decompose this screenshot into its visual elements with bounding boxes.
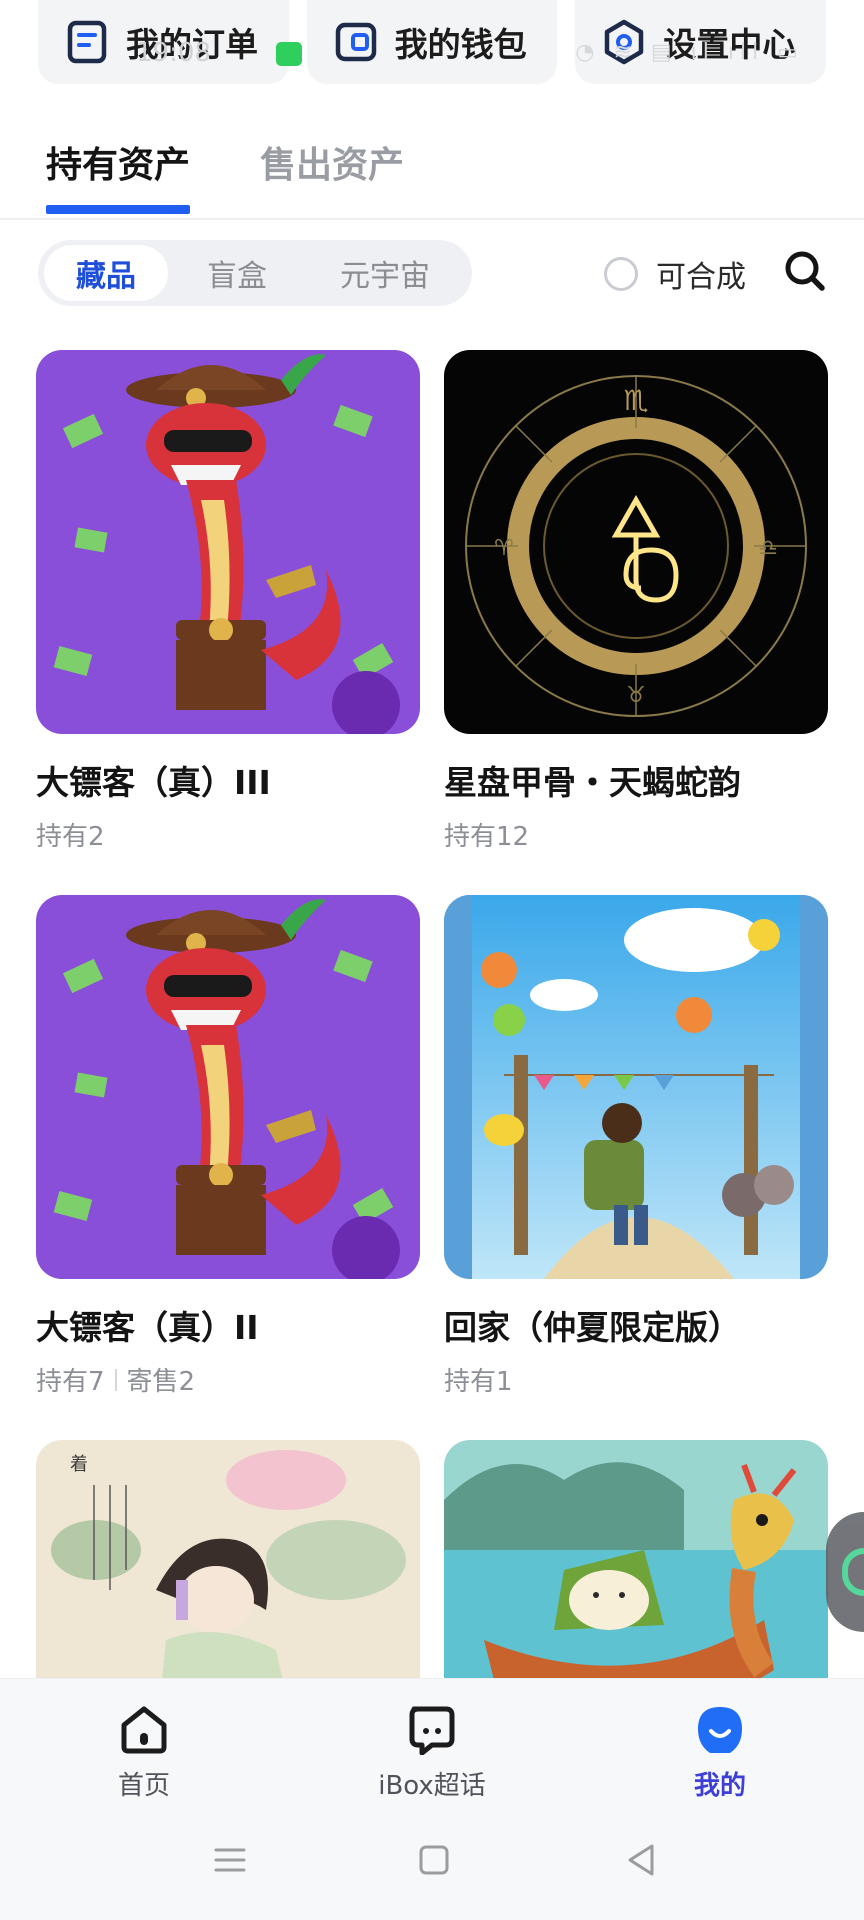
back-icon[interactable]	[622, 1840, 662, 1880]
segment-blind-box[interactable]: 盲盒	[168, 245, 306, 301]
tab-sold-assets[interactable]: 售出资产	[260, 136, 404, 210]
collectible-card[interactable]: ♏ ♈ ♎ ♉ 星盘甲骨・天蝎蛇韵 持有12	[444, 350, 828, 853]
synthesizable-label: 可合成	[656, 260, 746, 295]
home-square-icon[interactable]	[414, 1840, 454, 1880]
order-list-icon	[64, 19, 110, 65]
tab-divider	[0, 218, 864, 220]
zodiac-wheel-art: ♏ ♈ ♎ ♉	[444, 350, 828, 734]
settings-icon	[601, 19, 647, 65]
nav-ibox-forum-label: iBox超话	[378, 1771, 486, 1801]
meta-divider	[114, 1368, 117, 1391]
asset-tabs: 持有资产 售出资产	[46, 136, 404, 214]
nav-mine-label: 我的	[693, 1771, 746, 1801]
floating-assistant-handle[interactable]	[826, 1512, 864, 1632]
segment-collectibles[interactable]: 藏品	[44, 245, 168, 301]
segment-metaverse[interactable]: 元宇宙	[306, 245, 464, 301]
nav-mine[interactable]: 我的	[620, 1703, 820, 1802]
profile-icon	[698, 1707, 742, 1753]
my-wallet-label: 我的钱包	[394, 25, 527, 64]
nav-home-label: 首页	[117, 1771, 170, 1801]
collectible-card[interactable]: 大镖客（真）III 持有2	[36, 350, 420, 853]
holding-count: 持有2	[36, 822, 105, 852]
tab-held-assets[interactable]: 持有资产	[46, 136, 191, 214]
item-meta: 持有1	[444, 1361, 828, 1398]
cowboy-snake-art	[36, 895, 420, 1279]
my-orders-label: 我的订单	[126, 25, 258, 64]
collectible-card[interactable]: 大镖客（真）II 持有7 寄售2	[36, 895, 420, 1398]
collectible-card[interactable]: 回家（仲夏限定版） 持有1	[444, 895, 828, 1398]
svg-text:♉: ♉	[626, 683, 646, 708]
holding-count: 持有7	[36, 1367, 105, 1397]
svg-text:♎: ♎	[758, 536, 778, 561]
search-icon[interactable]	[784, 250, 826, 292]
item-name: 大镖客（真）III	[36, 763, 271, 802]
item-name: 星盘甲骨・天蝎蛇韵	[444, 763, 741, 802]
my-wallet-button[interactable]: 我的钱包	[306, 0, 558, 84]
category-segmented-control: 藏品 盲盒 元宇宙	[38, 240, 472, 306]
nav-home[interactable]: 首页	[44, 1703, 244, 1802]
menu-icon[interactable]	[210, 1840, 250, 1880]
cowboy-snake-art	[36, 350, 420, 734]
synthesizable-filter[interactable]: 可合成	[604, 252, 746, 296]
settings-center-button[interactable]: 设置中心	[575, 0, 827, 84]
system-navigation-bar	[0, 1840, 864, 1900]
nav-ibox-forum[interactable]: iBox超话	[332, 1703, 532, 1802]
consign-count: 寄售2	[126, 1367, 196, 1397]
holding-count: 持有1	[444, 1367, 513, 1397]
item-name: 大镖客（真）II	[36, 1308, 259, 1347]
svg-text:♈: ♈	[494, 536, 514, 561]
wallet-icon	[333, 19, 379, 65]
shortcut-bar: 我的订单 我的钱包 设置中心	[38, 0, 827, 84]
chat-icon	[409, 1706, 455, 1755]
svg-text:着: 着	[70, 1454, 88, 1475]
settings-center-label: 设置中心	[663, 25, 796, 64]
home-icon	[121, 1706, 167, 1754]
item-name: 回家（仲夏限定版）	[444, 1308, 741, 1347]
item-meta: 持有2	[36, 816, 420, 853]
assistant-icon	[842, 1548, 864, 1596]
item-meta: 持有7 寄售2	[36, 1361, 420, 1398]
holding-count: 持有12	[444, 822, 530, 852]
going-home-art	[444, 895, 828, 1279]
synthesizable-radio[interactable]	[604, 257, 638, 291]
item-meta: 持有12	[444, 816, 828, 853]
svg-text:♏: ♏	[623, 384, 648, 417]
my-orders-button[interactable]: 我的订单	[38, 0, 289, 84]
